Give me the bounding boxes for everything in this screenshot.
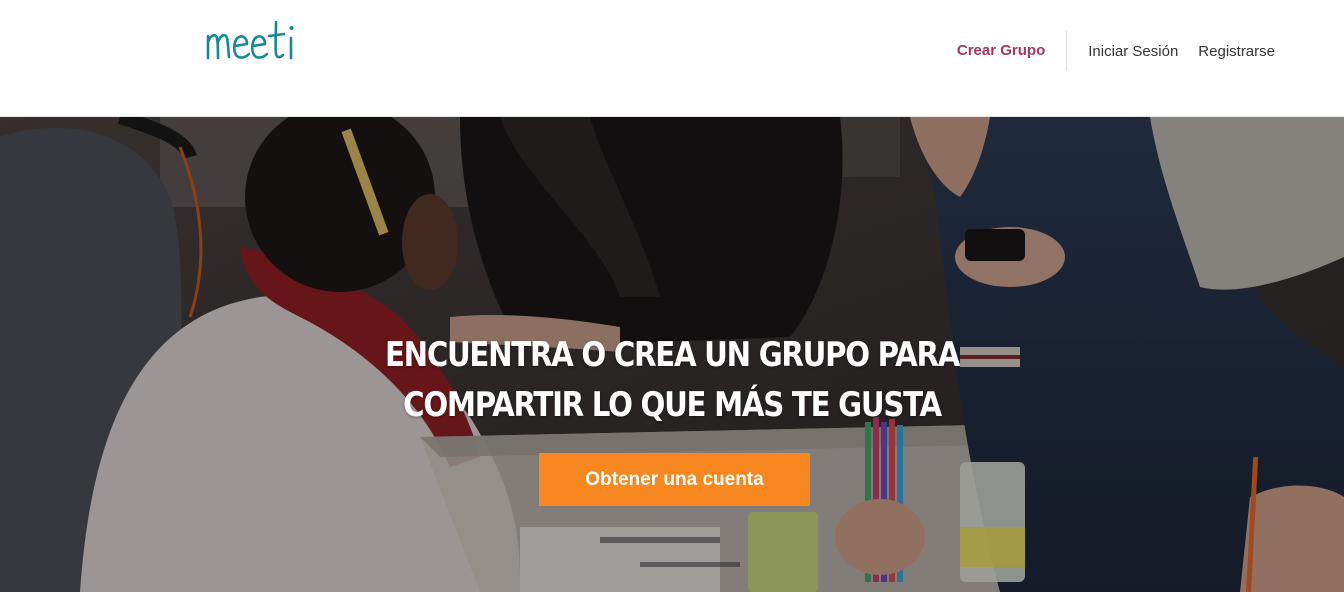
nav-register[interactable]: Registrarse — [1198, 43, 1275, 60]
site-header: Crear Grupo Iniciar Sesión Registrarse — [0, 0, 1344, 117]
hero-title-line-2: COMPARTIR LO QUE MÁS TE GUSTA — [403, 385, 942, 425]
nav-login[interactable]: Iniciar Sesión — [1088, 43, 1178, 60]
hero-title-line-1: ENCUENTRA O CREA UN GRUPO PARA — [384, 335, 960, 375]
get-account-button[interactable]: Obtener una cuenta — [539, 453, 810, 506]
page: Crear Grupo Iniciar Sesión Registrarse E… — [0, 0, 1344, 592]
meeti-logo — [206, 20, 294, 60]
nav-create-group[interactable]: Crear Grupo — [957, 31, 1068, 71]
hero-section: ENCUENTRA O CREA UN GRUPO PARA COMPARTIR… — [0, 117, 1344, 592]
hero-title: ENCUENTRA O CREA UN GRUPO PARA COMPARTIR… — [94, 330, 1250, 430]
logo-link[interactable] — [205, 8, 315, 68]
main-nav: Crear Grupo Iniciar Sesión Registrarse — [957, 30, 1275, 72]
